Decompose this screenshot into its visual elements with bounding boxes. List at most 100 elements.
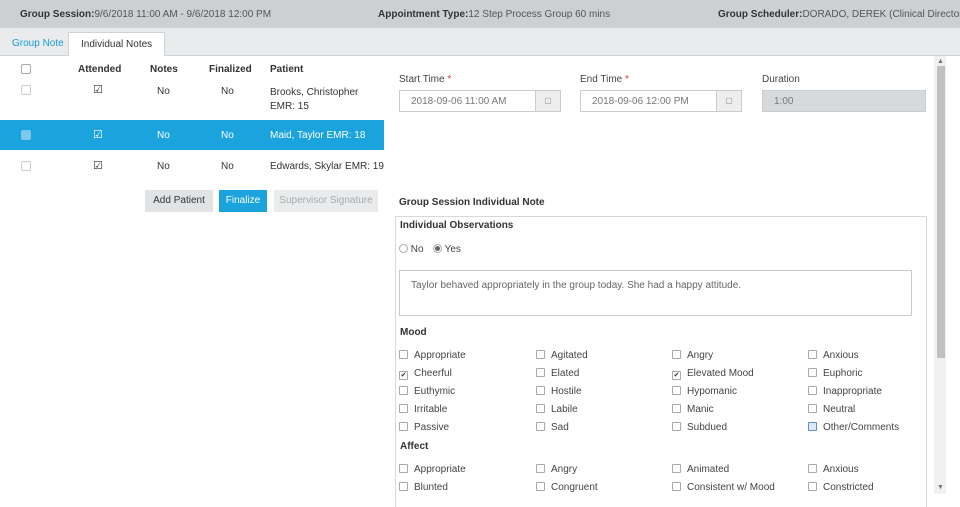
option-label: Elevated Mood (687, 368, 754, 379)
mood-option[interactable]: Passive (399, 422, 449, 433)
checkbox-icon[interactable] (399, 350, 408, 359)
mood-option[interactable]: ✔ Cheerful (399, 368, 452, 380)
mood-option[interactable]: ✔ Elevated Mood (672, 368, 754, 380)
checkbox-icon[interactable] (536, 386, 545, 395)
patient-name[interactable]: Maid, Taylor EMR: 18 (270, 130, 365, 141)
mood-option[interactable]: Hypomanic (672, 386, 737, 397)
mood-option[interactable]: Euthymic (399, 386, 455, 397)
session-header: Group Session:9/6/2018 11:00 AM - 9/6/20… (0, 0, 960, 28)
observation-textarea[interactable]: Taylor behaved appropriately in the grou… (399, 270, 912, 316)
tab-group-note[interactable]: Group Note (0, 32, 76, 55)
attended-check-icon[interactable]: ☑ (93, 159, 103, 172)
mood-option[interactable]: Sad (536, 422, 569, 433)
mood-option[interactable]: Appropriate (399, 350, 466, 361)
end-time-input[interactable]: 2018-09-06 12:00 PM (580, 90, 717, 112)
checkbox-icon[interactable] (399, 386, 408, 395)
checkbox-icon[interactable] (536, 422, 545, 431)
patient-name[interactable]: Edwards, Skylar EMR: 19 (270, 161, 384, 172)
mood-option[interactable]: Anxious (808, 350, 859, 361)
checkbox-icon[interactable] (672, 482, 681, 491)
attended-check-icon[interactable]: ☑ (93, 128, 103, 141)
mood-option[interactable]: Euphoric (808, 368, 862, 379)
radio-no-icon[interactable] (399, 244, 408, 253)
checkbox-icon[interactable] (672, 422, 681, 431)
finalize-button[interactable]: Finalize (219, 190, 267, 212)
mood-option[interactable]: Inappropriate (808, 386, 882, 397)
scrollbar-thumb[interactable] (937, 66, 945, 358)
checkbox-icon[interactable] (399, 482, 408, 491)
finalized-value: No (221, 86, 234, 97)
attended-check-icon[interactable]: ☑ (93, 83, 103, 96)
option-label: Cheerful (414, 368, 452, 379)
checkbox-icon[interactable] (808, 350, 817, 359)
table-row[interactable]: ☑ No No Brooks, Christopher EMR: 15 (0, 80, 384, 120)
affect-option[interactable]: Blunted (399, 482, 448, 493)
checkbox-icon[interactable] (536, 350, 545, 359)
calendar-icon[interactable]: ▢ (716, 90, 742, 112)
radio-yes[interactable]: Yes (433, 244, 461, 255)
select-all-checkbox[interactable] (21, 64, 31, 77)
checkbox-icon[interactable] (808, 404, 817, 413)
row-checkbox[interactable] (21, 161, 31, 174)
col-notes: Notes (150, 64, 178, 75)
mood-option[interactable]: Neutral (808, 404, 855, 415)
checkbox-icon[interactable] (536, 482, 545, 491)
mood-option[interactable]: Angry (672, 350, 713, 361)
option-label: Neutral (823, 404, 856, 415)
checkbox-icon[interactable] (672, 386, 681, 395)
mood-option[interactable]: Elated (536, 368, 579, 379)
start-time-label: Start Time * (399, 74, 452, 85)
affect-option[interactable]: Congruent (536, 482, 598, 493)
checkbox-icon[interactable] (808, 386, 817, 395)
affect-option[interactable]: Appropriate (399, 464, 466, 475)
supervisor-signature-button[interactable]: Supervisor Signature (274, 190, 378, 212)
affect-option[interactable]: Constricted (808, 482, 874, 493)
checkbox-icon[interactable] (399, 422, 408, 431)
mood-option[interactable]: Hostile (536, 386, 582, 397)
add-patient-button[interactable]: Add Patient (145, 190, 213, 212)
mood-option[interactable]: Other/Comments (808, 422, 899, 433)
checkbox-icon[interactable]: ✔ (399, 371, 408, 380)
checkbox-icon[interactable] (808, 368, 817, 377)
affect-option[interactable]: Anxious (808, 464, 859, 475)
mood-option[interactable]: Subdued (672, 422, 727, 433)
checkbox-icon[interactable] (808, 482, 817, 491)
table-row-selected[interactable]: ☑ No No Maid, Taylor EMR: 18 (0, 120, 384, 150)
scroll-up-icon[interactable]: ▲ (937, 58, 944, 65)
checkbox-icon[interactable]: ✔ (672, 371, 681, 380)
checkbox-icon[interactable] (536, 464, 545, 473)
checkbox-icon[interactable] (672, 350, 681, 359)
option-label: Passive (414, 422, 450, 433)
row-checkbox[interactable] (21, 130, 31, 143)
mood-option[interactable]: Irritable (399, 404, 447, 415)
checkbox-icon[interactable] (399, 464, 408, 473)
checkbox-icon[interactable] (536, 368, 545, 377)
duration-label: Duration (762, 74, 800, 85)
row-checkbox[interactable] (21, 85, 31, 98)
mood-option[interactable]: Labile (536, 404, 578, 415)
scroll-down-icon[interactable]: ▼ (937, 484, 944, 491)
mood-option[interactable]: Agitated (536, 350, 588, 361)
end-time-label: End Time * (580, 74, 629, 85)
option-label: Consistent w/ Mood (687, 482, 775, 493)
mood-option[interactable]: Manic (672, 404, 714, 415)
radio-no[interactable]: No (399, 244, 424, 255)
calendar-icon[interactable]: ▢ (535, 90, 561, 112)
affect-option[interactable]: Consistent w/ Mood (672, 482, 775, 493)
checkbox-icon[interactable] (399, 404, 408, 413)
checkbox-icon[interactable] (808, 422, 817, 431)
checkbox-icon[interactable] (672, 404, 681, 413)
checkbox-icon[interactable] (672, 464, 681, 473)
option-label: Angry (551, 464, 578, 475)
affect-option[interactable]: Angry (536, 464, 577, 475)
checkbox-icon[interactable] (808, 464, 817, 473)
affect-option[interactable]: Animated (672, 464, 729, 475)
option-label: Euphoric (823, 368, 863, 379)
radio-yes-icon[interactable] (433, 244, 442, 253)
start-time-input[interactable]: 2018-09-06 11:00 AM (399, 90, 536, 112)
option-label: Appropriate (414, 350, 466, 361)
checkbox-icon[interactable] (536, 404, 545, 413)
table-row[interactable]: ☑ No No Edwards, Skylar EMR: 19 (0, 150, 384, 180)
tab-individual-notes[interactable]: Individual Notes (68, 32, 166, 56)
patient-name[interactable]: Brooks, Christopher EMR: 15 (270, 86, 378, 114)
